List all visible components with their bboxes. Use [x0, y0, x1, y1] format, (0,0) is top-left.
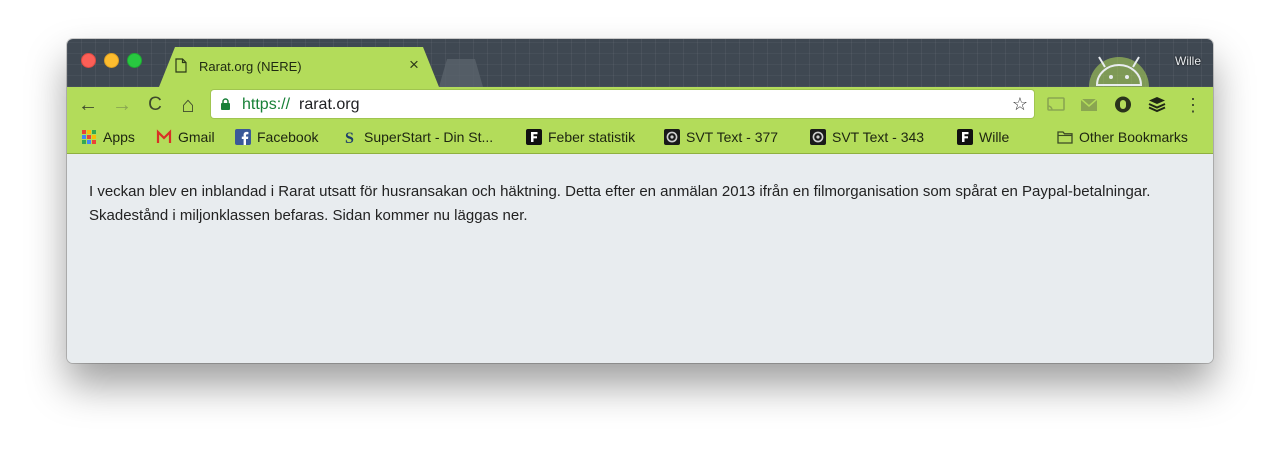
bookmark-facebook[interactable]: Facebook [235, 128, 318, 146]
bookmark-label: SuperStart - Din St... [364, 129, 494, 145]
bookmarks-bar: Apps Gmail Facebook S SuperStart - Din S… [67, 122, 1213, 154]
cast-icon[interactable] [1047, 96, 1065, 113]
home-icon[interactable]: ⌂ [177, 94, 199, 116]
browser-window: Rarat.org (NERE) × Wille ← → C ⌂ https:/… [67, 39, 1213, 363]
bookmark-label: Feber statistik [548, 129, 636, 145]
address-bar[interactable]: https:// rarat.org ☆ [211, 90, 1034, 118]
window-maximize-button[interactable] [127, 53, 142, 68]
bookmark-label: SVT Text - 343 [832, 129, 925, 145]
bookmark-gmail[interactable]: Gmail [156, 128, 215, 146]
ghostery-icon[interactable] [1114, 96, 1132, 113]
gmail-icon [156, 129, 172, 143]
bookmark-label: Wille [979, 129, 1010, 145]
feber-icon [957, 129, 973, 145]
page-icon [175, 58, 187, 73]
buffer-icon[interactable] [1148, 96, 1166, 113]
bookmark-svt-text-377[interactable]: SVT Text - 377 [664, 128, 778, 146]
bookmark-svt-text-343[interactable]: SVT Text - 343 [810, 128, 924, 146]
superstart-icon: S [345, 130, 354, 145]
title-bar: Rarat.org (NERE) × Wille [67, 39, 1213, 87]
bookmark-label: Apps [103, 129, 135, 145]
gmail-checker-icon[interactable] [1080, 96, 1098, 113]
bookmark-apps[interactable]: Apps [81, 128, 135, 146]
window-minimize-button[interactable] [104, 53, 119, 68]
bookmark-label: SVT Text - 377 [686, 129, 779, 145]
bookmark-wille[interactable]: Wille [957, 128, 1009, 146]
bookmark-label: Other Bookmarks [1079, 129, 1188, 145]
url-host: rarat.org [299, 96, 360, 113]
android-theme-icon [1089, 56, 1149, 87]
bookmark-star-icon[interactable]: ☆ [1012, 94, 1028, 114]
apps-grid-icon [82, 130, 96, 144]
profile-name[interactable]: Wille [1175, 54, 1201, 68]
toolbar: ← → C ⌂ https:// rarat.org ☆ ⋮ [67, 87, 1213, 122]
back-arrow-icon[interactable]: ← [77, 94, 99, 116]
svt-icon [664, 129, 680, 145]
menu-icon[interactable]: ⋮ [1184, 94, 1202, 116]
window-close-button[interactable] [81, 53, 96, 68]
bookmark-feber-statistik[interactable]: Feber statistik [526, 128, 635, 146]
folder-icon [1057, 131, 1073, 144]
tab-active[interactable]: Rarat.org (NERE) × [159, 47, 439, 87]
tab-title: Rarat.org (NERE) [199, 59, 302, 74]
feber-icon [526, 129, 542, 145]
new-tab-button[interactable] [439, 59, 483, 87]
bookmark-other-bookmarks[interactable]: Other Bookmarks [1057, 128, 1188, 146]
tab-close-icon[interactable]: × [405, 56, 423, 74]
forward-arrow-icon[interactable]: → [111, 94, 133, 116]
bookmark-label: Gmail [178, 129, 215, 145]
bookmark-label: Facebook [257, 129, 319, 145]
svg-text:S: S [345, 130, 354, 145]
lock-icon [221, 98, 230, 110]
notice-message: I veckan blev en inblandad i Rarat utsat… [89, 183, 1151, 224]
reload-icon[interactable]: C [144, 94, 166, 116]
url-scheme: https:// [242, 96, 291, 113]
svt-icon [810, 129, 826, 145]
page-content: I veckan blev en inblandad i Rarat utsat… [67, 154, 1213, 363]
bookmark-superstart[interactable]: S SuperStart - Din St... [342, 128, 493, 146]
facebook-icon [235, 129, 251, 145]
